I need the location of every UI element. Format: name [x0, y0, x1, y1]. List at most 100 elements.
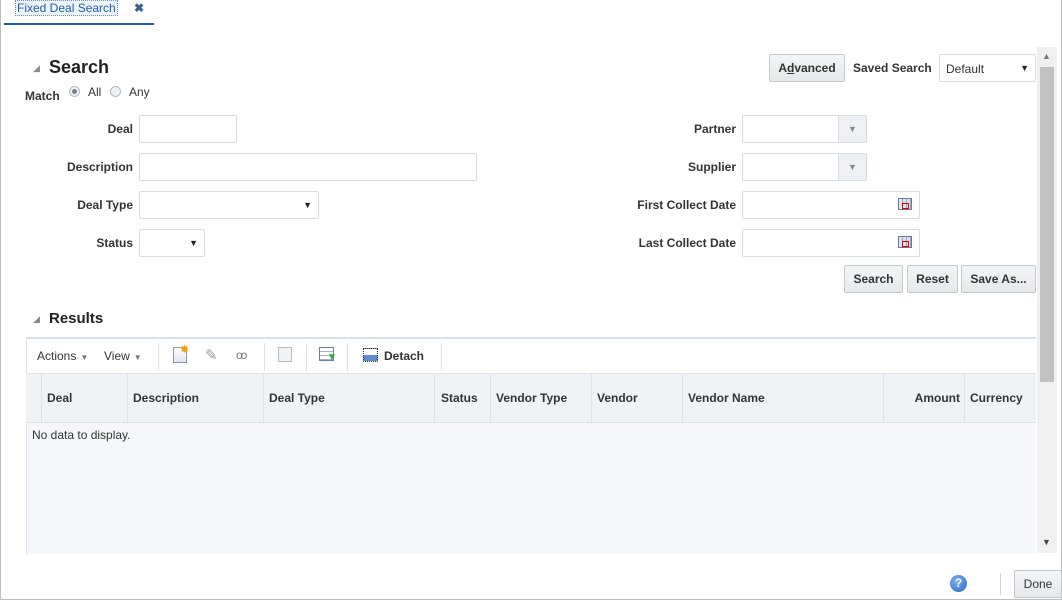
deal-input[interactable] [139, 115, 237, 143]
column-label: Vendor Name [688, 391, 765, 405]
advanced-button-label: Advanced [778, 61, 836, 75]
supplier-combobox[interactable]: ▼ [742, 153, 867, 181]
collapse-results-icon[interactable]: ◢ [33, 314, 40, 325]
deal-label: Deal [107, 122, 133, 136]
toolbar-divider [441, 343, 442, 371]
column-header-vendor-name[interactable]: Vendor Name [682, 374, 883, 423]
active-tab-indicator [4, 23, 154, 25]
saved-search-label: Saved Search [853, 61, 932, 75]
column-header-vendor[interactable]: Vendor [591, 374, 682, 423]
search-button-label: Search [853, 272, 894, 286]
funnel-icon: ▼ [327, 352, 337, 363]
column-label: Description [133, 391, 200, 405]
first-collect-date-input[interactable] [742, 191, 920, 219]
edit-icon[interactable]: ✎ [205, 346, 218, 364]
detach-button[interactable]: Detach [362, 339, 442, 373]
column-label: Vendor Type [496, 391, 568, 405]
search-button[interactable]: Search [844, 265, 903, 293]
empty-message: No data to display. [32, 428, 131, 442]
export-icon[interactable] [278, 347, 292, 362]
description-label: Description [66, 160, 133, 174]
status-label: Status [96, 236, 133, 250]
partner-dropdown-button[interactable]: ▼ [838, 116, 866, 142]
scroll-up-icon[interactable]: ▲ [1042, 51, 1051, 61]
chevron-down-icon: ▼ [1020, 63, 1029, 73]
create-icon[interactable]: ✸ [173, 344, 189, 363]
calendar-icon[interactable] [898, 236, 912, 248]
filter-icon[interactable]: ▼ [319, 347, 337, 363]
toolbar-divider [347, 343, 348, 371]
column-header-description[interactable]: Description [127, 374, 263, 423]
match-any-label: Any [129, 85, 150, 99]
column-header-status[interactable]: Status [434, 374, 490, 423]
description-input[interactable] [139, 153, 477, 181]
results-table-header: Deal Description Deal Type Status Vendor… [26, 373, 1036, 423]
detach-icon [363, 348, 378, 362]
results-section-title: Results [49, 310, 104, 327]
view-menu-label: View [104, 349, 130, 363]
save-as-button[interactable]: Save As... [961, 265, 1036, 293]
column-label: Deal [47, 391, 73, 405]
column-header-deal[interactable]: Deal [41, 374, 127, 423]
close-icon[interactable]: ✖ [134, 1, 144, 15]
view-menu[interactable]: View ▼ [104, 349, 142, 363]
last-collect-date-label: Last Collect Date [638, 236, 736, 250]
done-button-label: Done [1023, 577, 1053, 591]
chevron-down-icon: ▼ [848, 124, 857, 134]
done-button[interactable]: Done [1014, 570, 1062, 598]
save-as-button-label: Save As... [970, 272, 1027, 286]
vertical-scrollbar[interactable]: ▲ ▼ [1037, 47, 1057, 553]
search-section-title: Search [49, 57, 110, 77]
help-icon[interactable]: ? [950, 575, 967, 592]
chevron-down-icon: ▼ [80, 353, 89, 362]
scrollbar-thumb[interactable] [1040, 67, 1054, 382]
actions-menu-label: Actions [37, 349, 77, 363]
match-all-label: All [88, 85, 102, 99]
match-label: Match [25, 89, 60, 103]
last-collect-date-input[interactable] [742, 229, 920, 257]
chevron-down-icon: ▼ [848, 162, 857, 172]
view-icon[interactable]: oo [236, 348, 247, 362]
match-any-radio[interactable] [110, 86, 121, 97]
results-table-body: No data to display. [26, 423, 1036, 554]
column-label: Currency [970, 391, 1023, 405]
advanced-button[interactable]: Advanced [769, 54, 845, 82]
results-toolbar: Actions ▼ View ▼ ✸ ✎ oo ▼ Detach [26, 337, 1036, 373]
footer-divider [1000, 573, 1001, 595]
column-header-deal-type[interactable]: Deal Type [263, 374, 434, 423]
partner-combobox[interactable]: ▼ [742, 115, 867, 143]
column-label: Deal Type [269, 391, 325, 405]
calendar-icon[interactable] [898, 198, 912, 210]
first-collect-date-label: First Collect Date [637, 198, 736, 212]
column-header-amount[interactable]: Amount [883, 374, 964, 423]
star-icon: ✸ [180, 344, 190, 356]
column-label: Status [441, 391, 478, 405]
toolbar-divider [158, 343, 159, 371]
column-header-currency[interactable]: Currency [964, 374, 1036, 423]
reset-button[interactable]: Reset [907, 265, 958, 293]
collapse-search-icon[interactable]: ◢ [33, 63, 40, 74]
detach-label: Detach [384, 349, 425, 363]
toolbar-divider [306, 343, 307, 371]
status-select[interactable]: ▼ [139, 229, 205, 257]
scroll-down-icon[interactable]: ▼ [1042, 537, 1051, 547]
tab-fixed-deal-search[interactable]: Fixed Deal Search [15, 0, 118, 16]
saved-search-value: Default [946, 62, 985, 76]
toolbar-divider [264, 343, 265, 371]
column-label: Amount [914, 391, 960, 405]
column-header-vendor-type[interactable]: Vendor Type [490, 374, 591, 423]
partner-label: Partner [693, 122, 736, 136]
deal-type-select[interactable]: ▼ [139, 191, 319, 219]
supplier-label: Supplier [687, 160, 736, 174]
chevron-down-icon: ▼ [133, 353, 142, 362]
column-label: Vendor [597, 391, 638, 405]
saved-search-select[interactable]: Default ▼ [939, 54, 1036, 82]
supplier-dropdown-button[interactable]: ▼ [838, 154, 866, 180]
chevron-down-icon: ▼ [303, 200, 312, 210]
match-all-radio[interactable] [69, 86, 80, 97]
deal-type-label: Deal Type [77, 198, 133, 212]
chevron-down-icon: ▼ [189, 238, 198, 248]
reset-button-label: Reset [916, 272, 949, 286]
actions-menu[interactable]: Actions ▼ [37, 349, 88, 363]
tab-label: Fixed Deal Search [15, 0, 118, 16]
